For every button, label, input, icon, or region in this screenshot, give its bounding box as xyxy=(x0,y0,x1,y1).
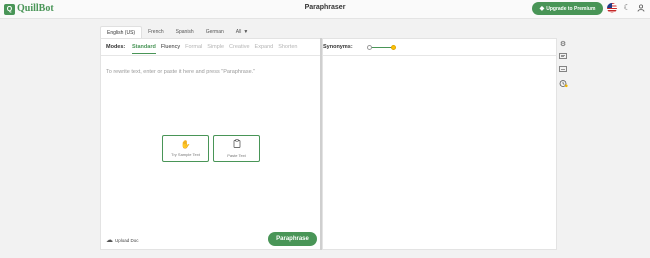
hand-wave-icon: ✋ xyxy=(180,140,191,149)
tab-all-label: All xyxy=(235,29,242,35)
mode-shorten[interactable]: Shorten xyxy=(278,44,297,54)
mode-creative[interactable]: Creative xyxy=(229,44,249,54)
diamond-icon: ◆ xyxy=(539,6,545,12)
tab-french[interactable]: French xyxy=(142,26,170,38)
feedback-icon[interactable] xyxy=(558,53,568,63)
input-text-area[interactable]: To rewrite text, enter or paste it here … xyxy=(106,69,255,75)
synonyms-bar: Synonyms: xyxy=(323,39,556,56)
language-tabs: English (US) French Spanish German All ▼ xyxy=(100,26,254,38)
output-panel: Synonyms: xyxy=(322,38,557,250)
synonyms-label: Synonyms: xyxy=(323,44,353,50)
tab-german[interactable]: German xyxy=(200,26,230,38)
clipboard-icon xyxy=(233,139,241,151)
upload-doc-button[interactable]: ☁ Upload Doc xyxy=(106,236,139,244)
top-bar: Q QuillBot Paraphraser ◆ Upgrade to Prem… xyxy=(0,0,650,19)
mode-fluency[interactable]: Fluency xyxy=(161,44,180,54)
upgrade-premium-button[interactable]: ◆ Upgrade to Premium xyxy=(532,2,603,15)
upload-doc-label: Upload Doc xyxy=(115,237,139,243)
tab-all-languages[interactable]: All ▼ xyxy=(230,26,255,38)
tab-spanish[interactable]: Spanish xyxy=(170,26,200,38)
chevron-down-icon: ▼ xyxy=(243,29,249,35)
paste-text-label: Paste Text xyxy=(227,153,246,158)
keyboard-icon[interactable] xyxy=(558,66,568,76)
synonyms-slider-stop[interactable] xyxy=(367,44,372,50)
input-panel: Modes: Standard Fluency Formal Simple Cr… xyxy=(100,38,322,250)
user-icon[interactable] xyxy=(635,2,647,14)
mode-list: Standard Fluency Formal Simple Creative … xyxy=(132,44,302,54)
paraphrase-button[interactable]: Paraphrase xyxy=(268,232,317,246)
mode-simple[interactable]: Simple xyxy=(207,44,224,54)
us-flag-icon[interactable] xyxy=(607,3,617,13)
upgrade-premium-label: Upgrade to Premium xyxy=(546,5,596,12)
modes-bar: Modes: Standard Fluency Formal Simple Cr… xyxy=(101,39,321,56)
modes-label: Modes: xyxy=(106,44,126,50)
cloud-upload-icon: ☁ xyxy=(106,237,113,244)
try-sample-text-button[interactable]: ✋ Try Sample Text xyxy=(162,135,209,162)
synonyms-slider-handle[interactable] xyxy=(391,44,396,50)
paste-text-button[interactable]: Paste Text xyxy=(213,135,260,162)
moon-icon[interactable]: ☾ xyxy=(621,2,633,14)
try-sample-text-label: Try Sample Text xyxy=(171,152,200,157)
tab-english-us[interactable]: English (US) xyxy=(100,26,143,38)
mode-standard[interactable]: Standard xyxy=(132,44,156,54)
mode-formal[interactable]: Formal xyxy=(185,44,202,54)
settings-icon[interactable]: ⚙ xyxy=(558,40,568,50)
mode-expand[interactable]: Expand xyxy=(255,44,274,54)
history-icon[interactable] xyxy=(558,79,568,89)
